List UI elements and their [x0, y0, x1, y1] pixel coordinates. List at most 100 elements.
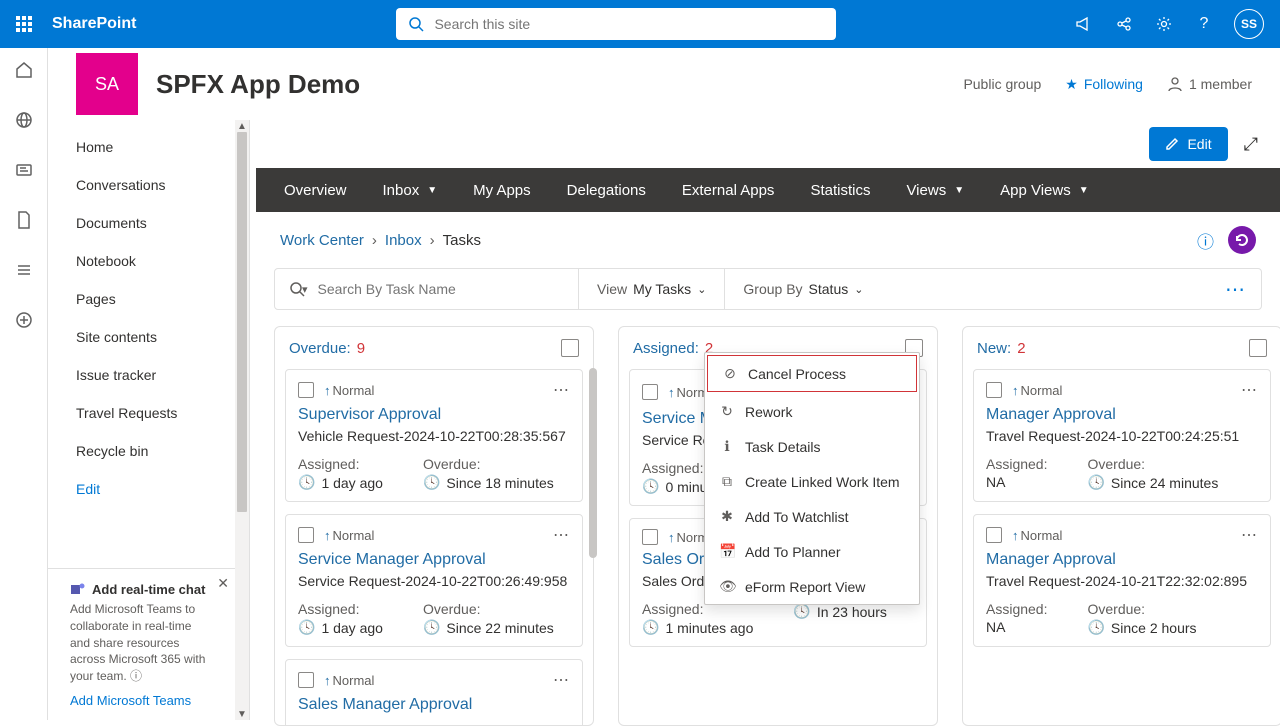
nav-recycle-bin[interactable]: Recycle bin	[48, 432, 249, 470]
share-icon[interactable]	[1114, 14, 1134, 34]
task-card[interactable]: ↑ Normal ⋯ Service Manager Approval Serv…	[285, 514, 583, 647]
task-search[interactable]: ▾	[275, 269, 579, 309]
tab-appviews[interactable]: App Views▼	[988, 168, 1101, 212]
edit-page-button[interactable]: Edit	[1149, 127, 1227, 161]
card-checkbox[interactable]	[298, 672, 314, 688]
ctx-create-linked[interactable]: ⧉Create Linked Work Item	[705, 464, 919, 499]
card-title[interactable]: Manager Approval	[986, 406, 1258, 424]
chat-promo-title: Add real-time chat	[92, 582, 205, 597]
chevron-right-icon: ›	[372, 232, 377, 249]
card-title[interactable]: Manager Approval	[986, 551, 1258, 569]
card-more[interactable]: ⋯	[553, 670, 570, 690]
home-icon[interactable]	[14, 60, 34, 80]
card-more[interactable]: ⋯	[553, 525, 570, 545]
search-input[interactable]	[434, 16, 824, 32]
tab-delegations[interactable]: Delegations	[555, 168, 658, 212]
info-icon[interactable]: ⓘ	[1197, 228, 1214, 253]
ctx-rework[interactable]: ↻Rework	[705, 394, 919, 429]
scroll-thumb[interactable]	[237, 132, 247, 512]
breadcrumb-inbox[interactable]: Inbox	[385, 232, 422, 249]
nav-travel-requests[interactable]: Travel Requests	[48, 394, 249, 432]
task-card[interactable]: ↑ Normal ⋯ Supervisor Approval Vehicle R…	[285, 369, 583, 502]
nav-notebook[interactable]: Notebook	[48, 242, 249, 280]
search-icon	[408, 16, 424, 32]
tab-inbox[interactable]: Inbox▼	[371, 168, 450, 212]
tab-statistics[interactable]: Statistics	[798, 168, 882, 212]
tab-views[interactable]: Views▼	[894, 168, 976, 212]
list-icon[interactable]	[14, 260, 34, 280]
card-title[interactable]: Service Manager Approval	[298, 551, 570, 569]
chevron-down-icon[interactable]: ▾	[302, 283, 308, 296]
chevron-down-icon: ▼	[427, 185, 437, 196]
add-icon[interactable]	[14, 310, 34, 330]
task-search-input[interactable]	[318, 281, 564, 297]
tab-external[interactable]: External Apps	[670, 168, 787, 212]
task-card[interactable]: ↑ Normal ⋯ Sales Manager Approval	[285, 659, 583, 725]
visibility-label: Public group	[963, 76, 1041, 92]
clock-icon: 🕓	[1087, 619, 1104, 636]
help-icon[interactable]: ?	[1194, 14, 1214, 34]
card-checkbox[interactable]	[986, 527, 1002, 543]
tab-overview[interactable]: Overview	[272, 168, 359, 212]
members-link[interactable]: 1 member	[1167, 76, 1252, 92]
clock-icon: 🕓	[642, 478, 659, 495]
expand-icon[interactable]: ⤢	[1244, 134, 1258, 155]
site-logo[interactable]: SA	[76, 53, 138, 115]
scroll-up-icon[interactable]: ▲	[237, 121, 247, 131]
nav-conversations[interactable]: Conversations	[48, 166, 249, 204]
card-more[interactable]: ⋯	[553, 380, 570, 400]
card-checkbox[interactable]	[986, 382, 1002, 398]
card-checkbox[interactable]	[642, 529, 658, 545]
nav-documents[interactable]: Documents	[48, 204, 249, 242]
task-card[interactable]: ↑ Normal ⋯ Manager Approval Travel Reque…	[973, 369, 1271, 502]
ctx-add-planner[interactable]: 📅Add To Planner	[705, 534, 919, 569]
ctx-add-watchlist[interactable]: ✱Add To Watchlist	[705, 499, 919, 534]
card-more[interactable]: ⋯	[1241, 380, 1258, 400]
person-icon	[1167, 76, 1183, 92]
nav-edit[interactable]: Edit	[48, 470, 249, 508]
task-card[interactable]: ↑ Normal ⋯ Manager Approval Travel Reque…	[973, 514, 1271, 647]
clock-icon: 🕓	[642, 619, 659, 636]
refresh-button[interactable]	[1228, 226, 1256, 254]
view-selector[interactable]: View My Tasks ⌄	[579, 269, 725, 309]
card-checkbox[interactable]	[298, 527, 314, 543]
globe-icon[interactable]	[14, 110, 34, 130]
add-teams-link[interactable]: Add Microsoft Teams	[70, 693, 213, 708]
column-checkbox[interactable]	[561, 339, 579, 357]
ctx-eform-report[interactable]: 👁eForm Report View	[705, 569, 919, 604]
nav-home[interactable]: Home	[48, 128, 249, 166]
groupby-selector[interactable]: Group By Status ⌄	[725, 269, 881, 309]
ctx-cancel-process[interactable]: ⊘Cancel Process	[707, 355, 917, 392]
settings-icon[interactable]	[1154, 14, 1174, 34]
ctx-task-details[interactable]: ℹTask Details	[705, 429, 919, 464]
nav-pages[interactable]: Pages	[48, 280, 249, 318]
scroll-down-icon[interactable]: ▼	[237, 709, 247, 719]
card-checkbox[interactable]	[298, 382, 314, 398]
nav-site-contents[interactable]: Site contents	[48, 318, 249, 356]
column-checkbox[interactable]	[1249, 339, 1267, 357]
megaphone-icon[interactable]	[1074, 14, 1094, 34]
tab-myapps[interactable]: My Apps	[461, 168, 543, 212]
star-icon: ★	[1065, 76, 1078, 93]
column-scrollbar[interactable]	[588, 362, 598, 726]
column-title: Overdue:	[289, 340, 351, 357]
app-launcher[interactable]	[0, 0, 48, 48]
planner-icon: 📅	[719, 543, 735, 560]
brand-label[interactable]: SharePoint	[52, 15, 136, 33]
news-icon[interactable]	[14, 160, 34, 180]
user-avatar[interactable]: SS	[1234, 9, 1264, 39]
nav-scrollbar[interactable]: ▲ ▼	[235, 120, 249, 720]
card-more[interactable]: ⋯	[1241, 525, 1258, 545]
card-title[interactable]: Supervisor Approval	[298, 406, 570, 424]
file-icon[interactable]	[14, 210, 34, 230]
nav-issue-tracker[interactable]: Issue tracker	[48, 356, 249, 394]
close-icon[interactable]: ✕	[217, 575, 229, 592]
card-checkbox[interactable]	[642, 384, 658, 400]
breadcrumb-work-center[interactable]: Work Center	[280, 232, 364, 249]
info-icon[interactable]: ⓘ	[130, 669, 142, 683]
card-title[interactable]: Sales Manager Approval	[298, 696, 570, 714]
clock-icon: 🕓	[793, 603, 810, 620]
more-actions[interactable]: ⋯	[1209, 277, 1261, 302]
following-toggle[interactable]: ★ Following	[1065, 76, 1143, 93]
site-search[interactable]	[396, 8, 836, 40]
